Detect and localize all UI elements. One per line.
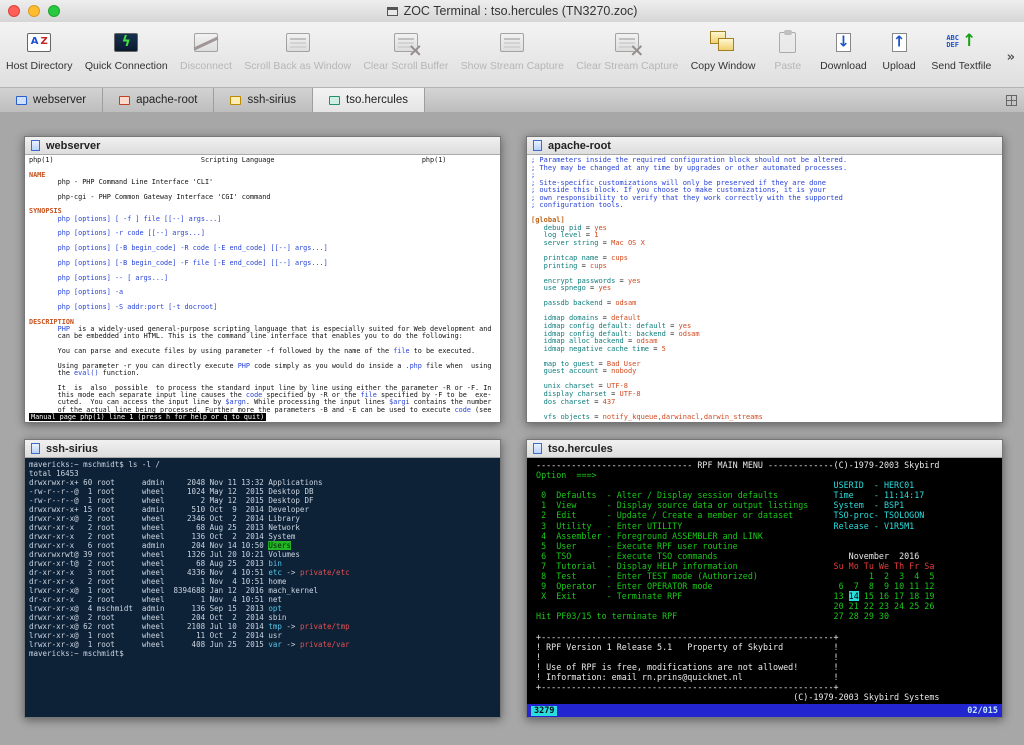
host-directory-icon xyxy=(27,33,51,52)
3270-screen[interactable]: ------------------------------- RPF MAIN… xyxy=(527,458,1002,704)
tab-tso-hercules[interactable]: tso.hercules xyxy=(313,88,425,112)
toolbar-button-host-directory[interactable]: Host Directory xyxy=(6,28,73,72)
window-icon xyxy=(387,7,398,16)
toolbar-overflow-button[interactable]: » xyxy=(1004,50,1018,65)
session-area: webserver php(1) Scripting Language php(… xyxy=(0,112,1024,745)
copy-window-icon xyxy=(710,31,736,53)
session-window-titlebar[interactable]: ssh-sirius xyxy=(25,440,500,458)
terminal-session-icon xyxy=(329,96,340,105)
grid-icon xyxy=(1006,95,1017,106)
toolbar-button-upload[interactable]: Upload xyxy=(879,28,919,72)
download-icon xyxy=(836,33,851,52)
toolbar-button-paste[interactable]: Paste xyxy=(768,28,808,72)
tab-bar: webserver apache-root ssh-sirius tso.her… xyxy=(0,88,1024,113)
toolbar-button-send-textfile[interactable]: Send Textfile xyxy=(931,28,991,72)
tab-label: apache-root xyxy=(136,94,197,106)
send-textfile-icon xyxy=(946,31,976,53)
toolbar-button-clear-stream-capture[interactable]: Clear Stream Capture xyxy=(576,28,678,72)
document-icon xyxy=(533,443,542,454)
show-stream-capture-icon xyxy=(500,33,524,52)
session-window-apache-root: apache-root ; Parameters inside the requ… xyxy=(526,136,1003,423)
session-window-title: webserver xyxy=(46,140,100,152)
terminal-model-indicator: 3279 xyxy=(531,706,557,716)
clear-scroll-buffer-icon xyxy=(394,33,418,52)
quick-connection-icon xyxy=(114,33,138,52)
close-button[interactable] xyxy=(8,5,20,17)
window-title-wrap: ZOC Terminal : tso.hercules (TN3270.zoc) xyxy=(387,4,638,18)
tab-label: tso.hercules xyxy=(346,94,408,106)
document-icon xyxy=(31,140,40,151)
terminal-output-apache-root[interactable]: ; Parameters inside the required configu… xyxy=(527,155,1002,422)
terminal-output-tso-hercules[interactable]: ------------------------------- RPF MAIN… xyxy=(527,458,1002,717)
terminal-session-icon xyxy=(16,96,27,105)
tab-apache-root[interactable]: apache-root xyxy=(103,88,214,112)
toolbar-button-copy-window[interactable]: Copy Window xyxy=(691,28,756,72)
3270-status-bar: 3279 02/015 xyxy=(527,704,1002,717)
session-window-titlebar[interactable]: webserver xyxy=(25,137,500,155)
tile-windows-button[interactable] xyxy=(998,88,1024,112)
tab-label: webserver xyxy=(33,94,86,106)
tabbar-spacer xyxy=(425,88,998,112)
document-icon xyxy=(31,443,40,454)
clear-stream-capture-icon xyxy=(615,33,639,52)
titlebar[interactable]: ZOC Terminal : tso.hercules (TN3270.zoc) xyxy=(0,0,1024,23)
session-window-titlebar[interactable]: apache-root xyxy=(527,137,1002,155)
upload-icon xyxy=(892,33,907,52)
scrollback-window-icon xyxy=(286,33,310,52)
zoom-button[interactable] xyxy=(48,5,60,17)
tab-ssh-sirius[interactable]: ssh-sirius xyxy=(214,88,313,112)
toolbar-button-show-stream-capture[interactable]: Show Stream Capture xyxy=(461,28,564,72)
terminal-output-ssh-sirius[interactable]: mavericks:~ mschmidt$ ls -l /total 16453… xyxy=(25,458,500,717)
session-window-title: ssh-sirius xyxy=(46,443,98,455)
session-window-webserver: webserver php(1) Scripting Language php(… xyxy=(24,136,501,423)
disconnect-icon xyxy=(194,33,218,52)
window-title: ZOC Terminal : tso.hercules (TN3270.zoc) xyxy=(404,4,638,18)
session-window-ssh-sirius: ssh-sirius mavericks:~ mschmidt$ ls -l /… xyxy=(24,439,501,718)
session-window-title: tso.hercules xyxy=(548,443,613,455)
terminal-session-icon xyxy=(119,96,130,105)
tab-label: ssh-sirius xyxy=(247,94,296,106)
session-window-tso-hercules: tso.hercules ---------------------------… xyxy=(526,439,1003,718)
toolbar-button-disconnect[interactable]: Disconnect xyxy=(180,28,232,72)
minimize-button[interactable] xyxy=(28,5,40,17)
terminal-session-icon xyxy=(230,96,241,105)
tab-webserver[interactable]: webserver xyxy=(0,88,103,112)
toolbar: Host Directory Quick Connection Disconne… xyxy=(0,22,1024,88)
terminal-output-webserver[interactable]: php(1) Scripting Language php(1) NAME ph… xyxy=(25,155,500,422)
session-window-titlebar[interactable]: tso.hercules xyxy=(527,440,1002,458)
document-icon xyxy=(533,140,542,151)
paste-icon xyxy=(779,32,796,53)
toolbar-button-clear-scroll-buffer[interactable]: Clear Scroll Buffer xyxy=(363,28,448,72)
cursor-position-indicator: 02/015 xyxy=(967,706,998,716)
toolbar-button-quick-connection[interactable]: Quick Connection xyxy=(85,28,168,72)
zoc-terminal-window: ZOC Terminal : tso.hercules (TN3270.zoc)… xyxy=(0,0,1024,745)
session-window-title: apache-root xyxy=(548,140,611,152)
traffic-lights xyxy=(8,0,60,22)
toolbar-button-scroll-back-as-window[interactable]: Scroll Back as Window xyxy=(244,28,351,72)
toolbar-button-download[interactable]: Download xyxy=(820,28,867,72)
